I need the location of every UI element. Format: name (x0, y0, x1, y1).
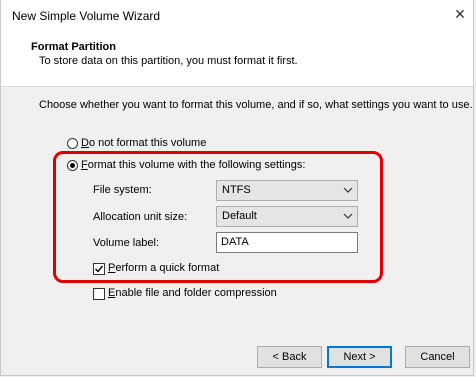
allocation-unit-value: Default (222, 210, 257, 222)
allocation-unit-label: Allocation unit size: (93, 211, 188, 223)
chevron-down-icon (343, 213, 353, 219)
file-system-dropdown[interactable]: NTFS (216, 180, 358, 201)
next-button[interactable]: Next > (327, 346, 392, 368)
window-title: New Simple Volume Wizard (12, 9, 161, 23)
page-title: Format Partition (31, 41, 116, 53)
page-subtitle: To store data on this partition, you mus… (39, 55, 298, 67)
format-radio[interactable] (67, 160, 78, 171)
volume-label-value: DATA (221, 236, 249, 248)
file-system-label: File system: (93, 184, 152, 196)
quick-format-label[interactable]: Perform a quick format (108, 262, 219, 274)
wizard-window: New Simple Volume Wizard ✕ Format Partit… (0, 0, 474, 376)
back-button[interactable]: < Back (257, 346, 322, 368)
cancel-button[interactable]: Cancel (405, 346, 470, 368)
no-format-label[interactable]: Do not format this volume (81, 137, 206, 149)
compression-checkbox[interactable] (93, 288, 105, 300)
allocation-unit-dropdown[interactable]: Default (216, 206, 358, 227)
intro-text: Choose whether you want to format this v… (39, 99, 473, 111)
format-label[interactable]: Format this volume with the following se… (81, 159, 305, 171)
quick-format-checkbox[interactable] (93, 263, 105, 275)
no-format-radio[interactable] (67, 138, 78, 149)
file-system-value: NTFS (222, 184, 251, 196)
close-button[interactable]: ✕ (447, 0, 473, 30)
wizard-footer: < Back Next > Cancel (1, 329, 473, 375)
checkmark-icon (95, 265, 104, 273)
volume-label-input[interactable]: DATA (216, 232, 358, 253)
wizard-header: Format Partition To store data on this p… (1, 33, 473, 87)
volume-label-label: Volume label: (93, 237, 160, 249)
chevron-down-icon (343, 187, 353, 193)
compression-label[interactable]: Enable file and folder compression (108, 287, 277, 299)
title-bar: New Simple Volume Wizard ✕ (1, 0, 473, 33)
wizard-body: Choose whether you want to format this v… (1, 87, 473, 329)
